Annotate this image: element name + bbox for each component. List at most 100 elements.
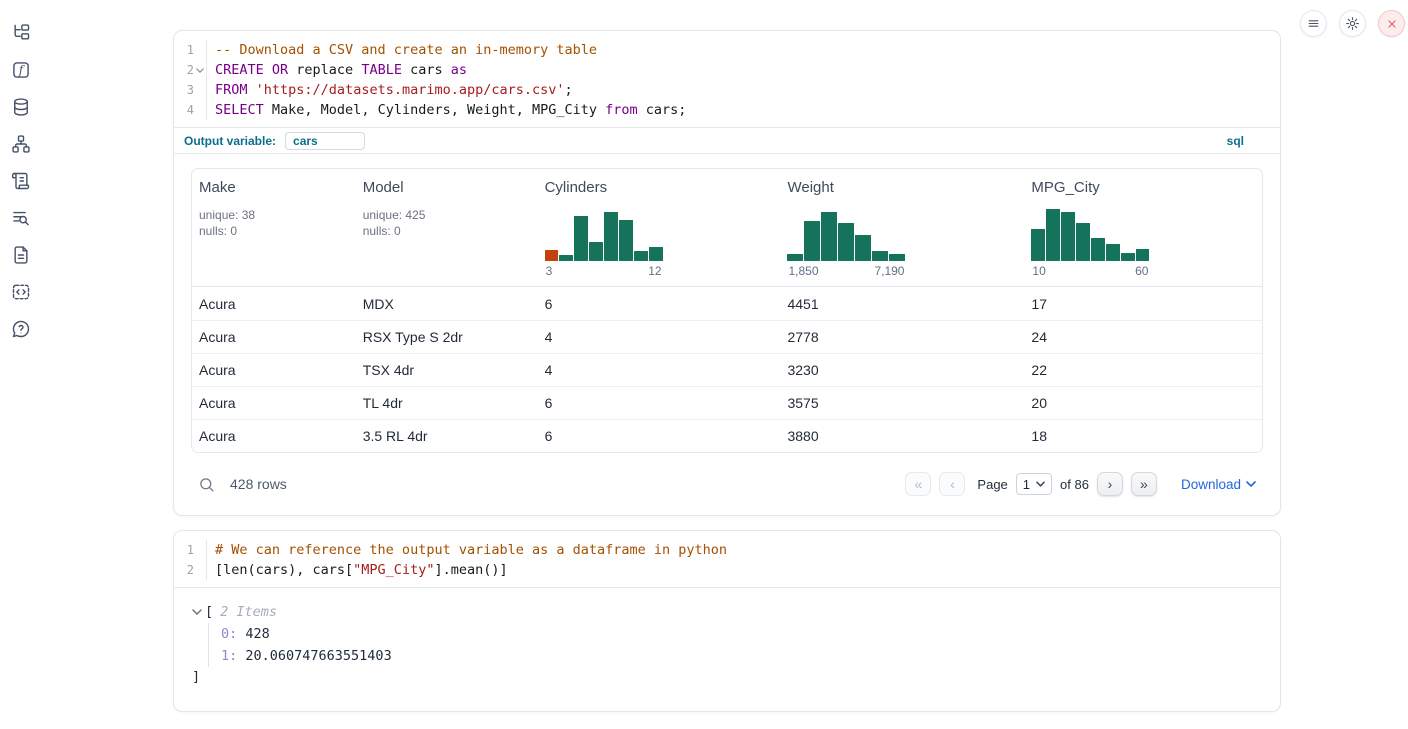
histogram-bar[interactable] [604, 212, 618, 261]
histogram-bar[interactable] [787, 254, 803, 261]
sidebar-item-functions[interactable]: f [10, 59, 32, 81]
line-number: 1 [174, 540, 194, 560]
histogram-bar[interactable] [889, 254, 905, 261]
snippets-icon [11, 282, 31, 302]
histogram-axis: 312 [545, 264, 663, 278]
column-header-make[interactable]: Make unique: 38nulls: 0 [192, 169, 356, 286]
item-value: 428 [237, 626, 270, 642]
fold-chevron-icon[interactable] [194, 68, 206, 73]
line-number: 4 [174, 100, 194, 120]
code-line: 2CREATE OR replace TABLE cars as [174, 60, 1280, 80]
first-page-button[interactable]: « [905, 472, 931, 496]
axis-min-label: 10 [1032, 264, 1045, 278]
sidebar-item-database[interactable] [10, 96, 32, 118]
settings-button[interactable] [1339, 10, 1366, 37]
table-output: Make unique: 38nulls: 0Modelunique: 425nu… [174, 154, 1280, 453]
table-cell: 22 [1024, 362, 1262, 378]
table-row[interactable]: AcuraRSX Type S 2dr4277824 [192, 320, 1262, 353]
table-row[interactable]: AcuraMDX6445117 [192, 287, 1262, 320]
language-badge: sql [1227, 134, 1244, 148]
items-count-label: 2 Items [220, 601, 277, 623]
histogram-bar[interactable] [649, 247, 663, 261]
sidebar-item-dependency-graph[interactable] [10, 133, 32, 155]
table-cell: RSX Type S 2dr [356, 329, 538, 345]
search-icon[interactable] [198, 476, 215, 493]
menu-button[interactable] [1300, 10, 1327, 37]
column-header-weight[interactable]: Weight1,8507,190 [780, 169, 1024, 286]
axis-min-label: 3 [546, 264, 553, 278]
chevron-down-icon [1036, 481, 1045, 487]
column-header-cylinders[interactable]: Cylinders312 [538, 169, 781, 286]
output-variable-input[interactable] [285, 132, 365, 150]
column-header-model[interactable]: Modelunique: 425nulls: 0 [356, 169, 538, 286]
code-editor[interactable]: 1 # We can reference the output variable … [174, 531, 1280, 587]
line-number-gutter: 1 [174, 40, 207, 60]
histogram-bar[interactable] [1136, 249, 1150, 261]
histogram-bar[interactable] [1091, 238, 1105, 261]
histogram-bar[interactable] [634, 251, 648, 261]
collapse-chevron-icon[interactable] [192, 609, 202, 615]
line-number-gutter: 4 [174, 100, 207, 120]
histogram-bar[interactable] [574, 216, 588, 261]
column-stats: unique: 38nulls: 0 [199, 207, 349, 239]
last-page-button[interactable]: » [1131, 472, 1157, 496]
table-cell: 17 [1024, 296, 1262, 312]
table-cell: 20 [1024, 395, 1262, 411]
histogram-bar[interactable] [872, 251, 888, 261]
sidebar-item-logs[interactable] [10, 170, 32, 192]
histogram-bar[interactable] [804, 221, 820, 261]
line-number-gutter: 3 [174, 80, 207, 100]
prev-page-button[interactable]: ‹ [939, 472, 965, 496]
axis-max-label: 60 [1135, 264, 1148, 278]
sidebar-item-file-tree[interactable] [10, 22, 32, 44]
table-row[interactable]: AcuraTSX 4dr4323022 [192, 353, 1262, 386]
histogram-bar[interactable] [855, 235, 871, 261]
functions-icon: f [11, 60, 31, 80]
close-icon [1386, 18, 1398, 30]
database-icon [11, 97, 31, 117]
histogram-bar[interactable] [838, 223, 854, 261]
histogram-bar[interactable] [1076, 223, 1090, 261]
code-text: # We can reference the output variable a… [207, 540, 727, 560]
sidebar-item-help[interactable] [10, 318, 32, 340]
histogram-bar[interactable] [1061, 212, 1075, 261]
row-count: 428 rows [230, 476, 287, 492]
table-row[interactable]: AcuraTL 4dr6357520 [192, 386, 1262, 419]
histogram-bar[interactable] [1106, 244, 1120, 261]
histogram-bar[interactable] [589, 242, 603, 261]
download-button[interactable]: Download [1181, 477, 1256, 492]
histogram-bar[interactable] [821, 212, 837, 261]
column-name: Make [199, 179, 349, 196]
sql-cell-footer: Output variable: sql [174, 127, 1280, 154]
histogram-bars [1031, 209, 1149, 261]
line-number: 1 [174, 40, 194, 60]
table-cell: 3575 [780, 395, 1024, 411]
page-select-value: 1 [1023, 477, 1030, 492]
table-cell: TSX 4dr [356, 362, 538, 378]
close-button[interactable] [1378, 10, 1405, 37]
histogram-bar[interactable] [1031, 229, 1045, 261]
next-page-button[interactable]: › [1097, 472, 1123, 496]
table-cell: 24 [1024, 329, 1262, 345]
code-editor[interactable]: 1-- Download a CSV and create an in-memo… [174, 31, 1280, 127]
sidebar-item-snippets[interactable] [10, 281, 32, 303]
table-row[interactable]: Acura3.5 RL 4dr6388018 [192, 419, 1262, 452]
page-select[interactable]: 1 [1016, 473, 1052, 495]
table-cell: 18 [1024, 428, 1262, 444]
histogram-weight: 1,8507,190 [787, 209, 905, 278]
histogram-bars [787, 209, 905, 261]
table-cell: Acura [192, 362, 356, 378]
histogram-cylinders: 312 [545, 209, 663, 278]
table-cell: 2778 [780, 329, 1024, 345]
sidebar-item-search-list[interactable] [10, 207, 32, 229]
histogram-bar[interactable] [619, 220, 633, 261]
histogram-bar[interactable] [1046, 209, 1060, 261]
histogram-bar[interactable] [545, 250, 559, 261]
histogram-bar[interactable] [1121, 253, 1135, 261]
sidebar-item-documentation[interactable] [10, 244, 32, 266]
documentation-icon [11, 245, 31, 265]
item-index: 0: [221, 626, 237, 642]
column-header-mpg_city[interactable]: MPG_City1060 [1024, 169, 1262, 286]
file-tree-icon [11, 23, 31, 43]
histogram-bar[interactable] [559, 255, 573, 261]
